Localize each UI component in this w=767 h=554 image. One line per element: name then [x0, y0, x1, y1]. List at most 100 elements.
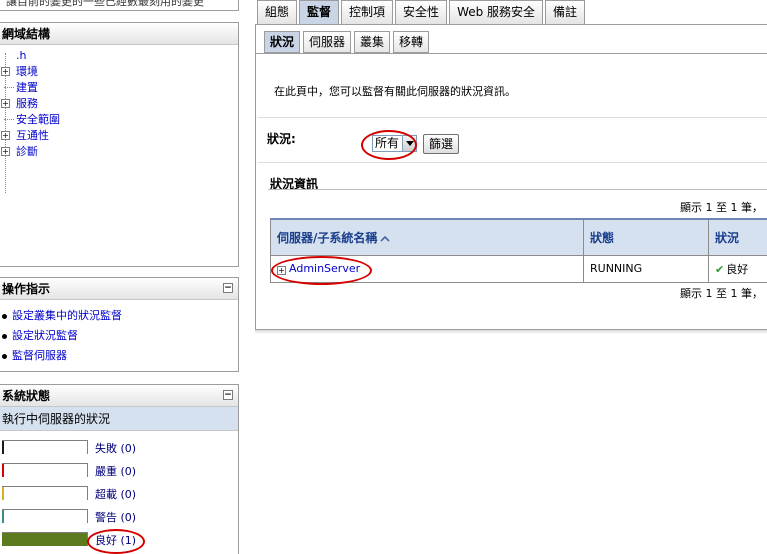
status-color-tick	[2, 441, 4, 454]
subtab-clusters[interactable]: 叢集	[354, 31, 391, 53]
tree-item-label[interactable]: 建置	[16, 81, 38, 94]
status-row: 超載 (0)	[2, 486, 232, 502]
sort-ascending-icon[interactable]	[380, 235, 390, 242]
bullet-icon	[2, 334, 7, 339]
how-do-i-panel: 操作指示 − 設定叢集中的狀況監督 設定狀況監督 監督伺服器	[0, 277, 239, 372]
subtab-health[interactable]: 狀況	[264, 31, 301, 53]
tree-item-interoperability[interactable]: + 互通性	[0, 128, 238, 144]
column-header-health[interactable]: 狀況	[708, 218, 767, 256]
status-label[interactable]: 超載 (0)	[95, 486, 136, 502]
subtab-migration[interactable]: 移轉	[393, 31, 430, 53]
domain-structure-panel: 網域結構 .h + 環境 建置 + 服務 安全範圍 + 互通性 + 診斷	[0, 22, 239, 267]
status-bar	[2, 463, 88, 477]
table-header-row: 伺服器/子系統名稱 狀態 狀況	[270, 218, 767, 256]
expand-icon[interactable]: +	[1, 147, 10, 156]
status-color-tick	[2, 510, 4, 523]
how-do-i-title: 操作指示 −	[0, 278, 238, 300]
how-do-i-list: 設定叢集中的狀況監督 設定狀況監督 監督伺服器	[0, 300, 238, 366]
status-bar	[2, 509, 88, 523]
column-header-label: 伺服器/子系統名稱	[277, 230, 378, 245]
health-filter-select[interactable]: 所有	[372, 135, 417, 152]
expand-icon[interactable]: +	[1, 99, 10, 108]
status-bar	[2, 440, 88, 454]
status-row: 嚴重 (0)	[2, 463, 232, 479]
domain-tree: .h + 環境 建置 + 服務 安全範圍 + 互通性 + 診斷	[0, 45, 238, 193]
filter-label: 狀況:	[267, 132, 296, 146]
tree-item-label[interactable]: 互通性	[16, 129, 49, 142]
system-status-title: 系統狀態 −	[0, 385, 238, 407]
status-label[interactable]: 良好 (1)	[95, 532, 136, 548]
tab-web-service-security[interactable]: Web 服務安全	[449, 0, 544, 24]
server-health-value: 良好	[726, 262, 749, 276]
system-status-subtitle: 執行中伺服器的狀況	[0, 407, 238, 431]
status-bar	[2, 532, 88, 546]
status-bar	[2, 486, 88, 500]
bullet-icon	[2, 314, 7, 319]
health-table: 伺服器/子系統名稱 狀態 狀況 + AdminServer RUNNING ✔ 良好	[270, 218, 767, 283]
tree-item-label[interactable]: 環境	[16, 65, 38, 78]
server-link-adminserver[interactable]: AdminServer	[289, 262, 360, 275]
tree-item-label[interactable]: .h	[16, 49, 26, 62]
status-color-tick	[2, 487, 4, 500]
server-state-cell: RUNNING	[583, 254, 709, 283]
tree-item-label[interactable]: 安全範圍	[16, 113, 60, 126]
status-row: 警告 (0)	[2, 509, 232, 525]
paging-info-bottom: 顯示 1 至 1 筆，	[680, 287, 763, 300]
status-label[interactable]: 嚴重 (0)	[95, 463, 136, 479]
content-shadow	[255, 330, 767, 334]
tree-item-deployments[interactable]: 建置	[0, 80, 238, 96]
server-health-cell: ✔ 良好	[708, 254, 767, 283]
status-label[interactable]: 警告 (0)	[95, 509, 136, 525]
tree-item-diagnostics[interactable]: + 診斷	[0, 144, 238, 160]
tree-connector	[4, 87, 14, 88]
dropdown-arrow-icon[interactable]	[402, 136, 416, 151]
domain-structure-title: 網域結構	[0, 23, 238, 45]
status-label[interactable]: 失敗 (0)	[95, 440, 136, 456]
status-row: 良好 (1)	[2, 532, 232, 548]
collapse-icon[interactable]: −	[223, 390, 233, 400]
subtab-servers[interactable]: 伺服器	[303, 31, 352, 53]
expand-icon[interactable]: +	[1, 131, 10, 140]
how-do-i-title-text: 操作指示	[2, 282, 51, 296]
tree-item-security-realms[interactable]: 安全範圍	[0, 112, 238, 128]
tree-connector	[4, 119, 14, 120]
tree-item-label[interactable]: 診斷	[16, 145, 38, 158]
column-header-name[interactable]: 伺服器/子系統名稱	[270, 218, 584, 256]
tab-control[interactable]: 控制項	[341, 0, 394, 24]
system-status-panel: 系統狀態 − 執行中伺服器的狀況 失敗 (0) 嚴重 (0) 超載 (0) 警告 (0…	[0, 384, 239, 554]
system-status-title-text: 系統狀態	[2, 389, 51, 403]
section-divider	[268, 189, 767, 190]
main-content: 狀況 伺服器 叢集 移轉 在此頁中，您可以監督有關此伺服器的狀況資訊。 狀況: …	[255, 24, 767, 330]
change-center-panel: 讓目前的變更的一些已經數最刻用的變更	[0, 0, 239, 11]
filter-button[interactable]: 篩選	[423, 134, 460, 154]
expand-icon[interactable]: +	[1, 67, 10, 76]
collapse-icon[interactable]: −	[223, 283, 233, 293]
health-filter-value: 所有	[375, 136, 400, 150]
tab-configuration[interactable]: 組態	[257, 0, 298, 24]
primary-tabs: 組態 監督 控制項 安全性 Web 服務安全 備註	[257, 0, 587, 24]
tree-item-environment[interactable]: + 環境	[0, 64, 238, 80]
howto-link-cluster-health[interactable]: 設定叢集中的狀況監督	[12, 309, 122, 322]
subtab-divider	[256, 53, 767, 54]
change-center-text: 讓目前的變更的一些已經數最刻用的變更	[6, 0, 204, 8]
how-do-i-item: 設定狀況監督	[2, 326, 238, 346]
paging-info-top: 顯示 1 至 1 筆，	[680, 201, 763, 214]
server-name-cell: + AdminServer	[270, 254, 584, 283]
secondary-tabs: 狀況 伺服器 叢集 移轉	[264, 31, 432, 53]
table-row: + AdminServer RUNNING ✔ 良好	[270, 254, 767, 283]
column-header-state[interactable]: 狀態	[583, 218, 709, 256]
bullet-icon	[2, 354, 7, 359]
tree-item-root[interactable]: .h	[0, 48, 238, 64]
expand-icon[interactable]: +	[277, 266, 286, 275]
tab-monitoring[interactable]: 監督	[299, 0, 340, 24]
status-row: 失敗 (0)	[2, 440, 232, 456]
howto-link-monitor-servers[interactable]: 監督伺服器	[12, 349, 67, 362]
how-do-i-item: 設定叢集中的狀況監督	[2, 306, 238, 326]
tree-item-services[interactable]: + 服務	[0, 96, 238, 112]
filter-area: 狀況: 所有 篩選	[258, 117, 767, 163]
tab-security[interactable]: 安全性	[395, 0, 448, 24]
tree-item-label[interactable]: 服務	[16, 97, 38, 110]
howto-link-health-monitoring[interactable]: 設定狀況監督	[12, 329, 78, 342]
tab-notes[interactable]: 備註	[545, 0, 586, 24]
status-color-tick	[2, 464, 4, 477]
